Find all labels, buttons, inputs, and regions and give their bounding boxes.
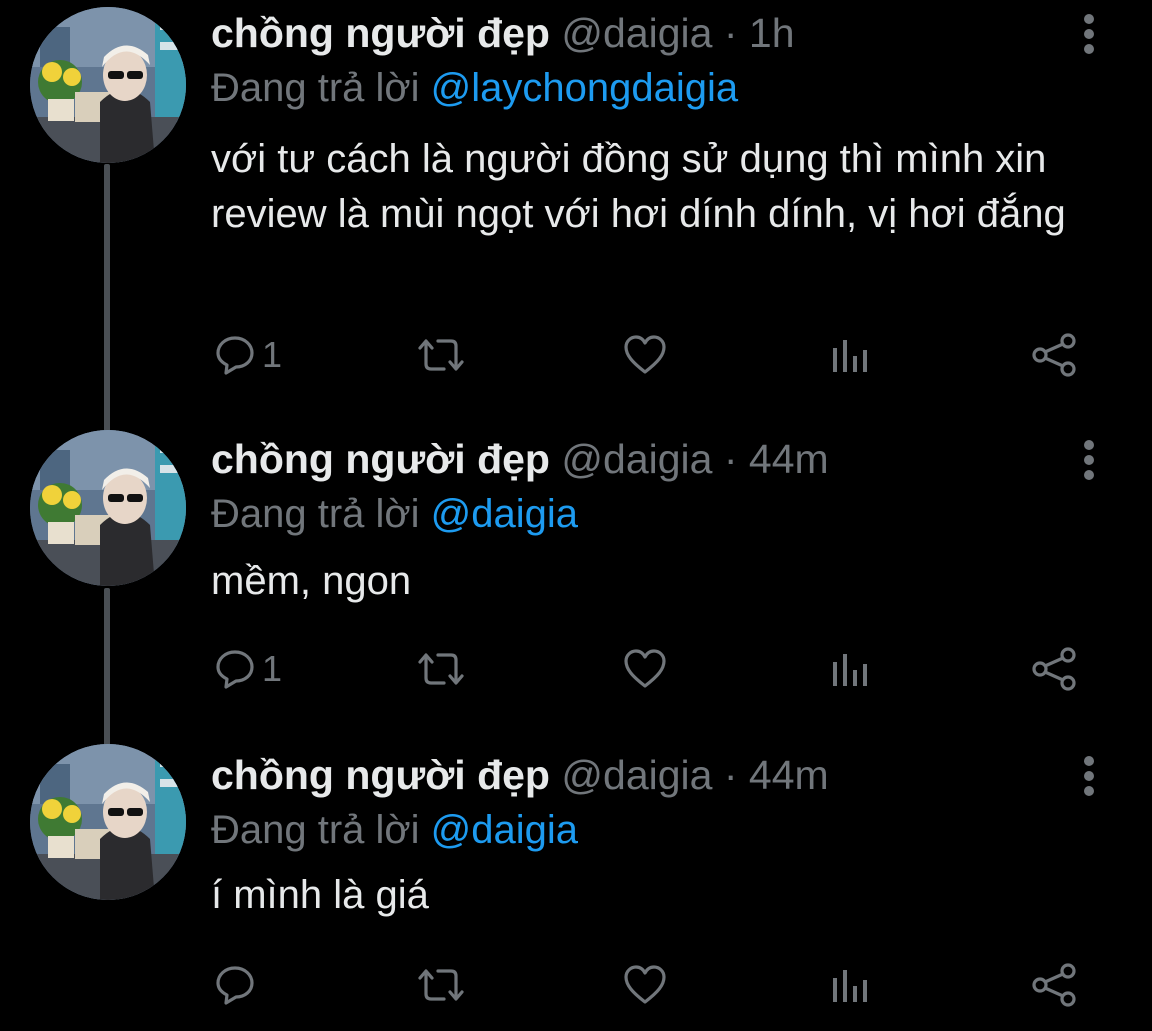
- heart-icon: [624, 965, 666, 1004]
- retweet-button[interactable]: [414, 960, 468, 1010]
- tweet-header: chồng người đẹp @daigia · 1h: [211, 6, 795, 60]
- reply-button[interactable]: 1: [214, 644, 282, 694]
- reply-icon: [216, 966, 254, 1005]
- reply-mention-link[interactable]: @daigia: [431, 492, 578, 536]
- tweet[interactable]: chồng người đẹp @daigia · 44m Đang trả l…: [0, 742, 1152, 1031]
- like-button[interactable]: [622, 330, 668, 380]
- share-button[interactable]: [1030, 644, 1078, 694]
- tweet[interactable]: chồng người đẹp @daigia · 1h Đang trả lờ…: [0, 0, 1152, 420]
- reply-prefix: Đang trả lời: [211, 808, 420, 852]
- views-button[interactable]: [830, 330, 870, 380]
- avatar[interactable]: [30, 744, 186, 900]
- share-icon: [1032, 963, 1076, 1007]
- reply-button[interactable]: [214, 960, 262, 1010]
- views-button[interactable]: [830, 644, 870, 694]
- user-handle[interactable]: @daigia: [561, 436, 712, 482]
- tweet-header: chồng người đẹp @daigia · 44m: [211, 432, 829, 486]
- share-icon: [1032, 647, 1076, 691]
- analytics-icon: [833, 340, 867, 372]
- retweet-icon: [418, 969, 464, 1001]
- like-button[interactable]: [622, 644, 668, 694]
- user-handle[interactable]: @daigia: [561, 752, 712, 798]
- retweet-icon: [418, 653, 464, 685]
- reply-icon: [216, 336, 254, 375]
- action-bar: 1: [0, 330, 1152, 380]
- action-bar: [0, 960, 1152, 1010]
- reply-count: 1: [262, 648, 283, 689]
- display-name[interactable]: chồng người đẹp: [211, 10, 550, 56]
- retweet-icon: [418, 339, 464, 371]
- reply-prefix: Đang trả lời: [211, 66, 420, 110]
- more-options-icon[interactable]: [1079, 14, 1099, 54]
- reply-button[interactable]: 1: [214, 330, 282, 380]
- share-button[interactable]: [1030, 330, 1078, 380]
- reply-context: Đang trả lời @daigia: [211, 488, 578, 540]
- reply-prefix: Đang trả lời: [211, 492, 420, 536]
- reply-count: 1: [262, 334, 283, 375]
- action-bar: 1: [0, 644, 1152, 694]
- display-name[interactable]: chồng người đẹp: [211, 752, 550, 798]
- heart-icon: [624, 649, 666, 688]
- reply-icon: [216, 650, 254, 689]
- separator-dot: ·: [723, 436, 738, 482]
- views-button[interactable]: [830, 960, 870, 1010]
- reply-context: Đang trả lời @daigia: [211, 804, 578, 856]
- analytics-icon: [833, 654, 867, 686]
- timestamp[interactable]: 1h: [749, 10, 795, 56]
- heart-icon: [624, 335, 666, 374]
- user-handle[interactable]: @daigia: [561, 10, 712, 56]
- separator-dot: ·: [723, 752, 738, 798]
- like-button[interactable]: [622, 960, 668, 1010]
- reply-mention-link[interactable]: @daigia: [431, 808, 578, 852]
- tweet-header: chồng người đẹp @daigia · 44m: [211, 748, 829, 802]
- share-button[interactable]: [1030, 960, 1078, 1010]
- separator-dot: ·: [723, 10, 738, 56]
- more-options-icon[interactable]: [1079, 756, 1099, 796]
- avatar[interactable]: [30, 430, 186, 586]
- more-options-icon[interactable]: [1079, 440, 1099, 480]
- tweet-text: í mình là giá: [211, 873, 429, 917]
- timestamp[interactable]: 44m: [749, 752, 829, 798]
- tweet-text: mềm, ngon: [211, 559, 412, 603]
- reply-context: Đang trả lời @laychongdaigia: [211, 62, 738, 114]
- retweet-button[interactable]: [414, 644, 468, 694]
- reply-mention-link[interactable]: @laychongdaigia: [431, 66, 738, 110]
- tweet-text: với tư cách là người đồng sử dụng thì mì…: [211, 137, 1066, 236]
- tweet[interactable]: chồng người đẹp @daigia · 44m Đang trả l…: [0, 426, 1152, 736]
- analytics-icon: [833, 970, 867, 1002]
- retweet-button[interactable]: [414, 330, 468, 380]
- timestamp[interactable]: 44m: [749, 436, 829, 482]
- share-icon: [1032, 333, 1076, 377]
- display-name[interactable]: chồng người đẹp: [211, 436, 550, 482]
- avatar[interactable]: [30, 7, 186, 163]
